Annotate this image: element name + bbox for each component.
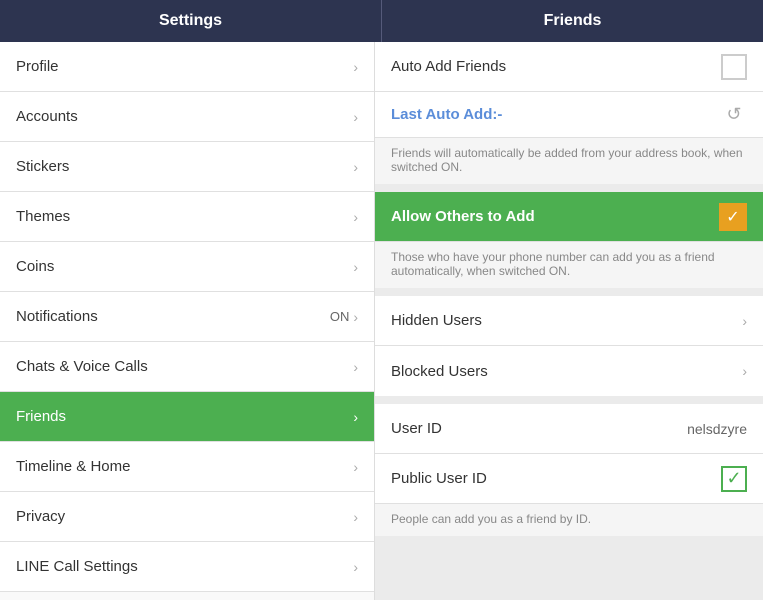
sidebar-item-timeline[interactable]: Timeline & Home ›: [0, 442, 374, 492]
users-section: Hidden Users › Blocked Users ›: [375, 296, 763, 396]
public-user-id-label: Public User ID: [391, 470, 487, 487]
allow-others-checkbox[interactable]: ✓: [719, 203, 747, 231]
last-auto-add-label: Last Auto Add:-: [391, 106, 502, 123]
last-auto-add-item[interactable]: Last Auto Add:- ↺: [375, 92, 763, 138]
auto-add-section: Auto Add Friends Last Auto Add:- ↺ Frien…: [375, 42, 763, 184]
chats-label: Chats & Voice Calls: [16, 358, 148, 375]
allow-others-description: Those who have your phone number can add…: [375, 242, 763, 288]
blocked-users-item[interactable]: Blocked Users ›: [375, 346, 763, 396]
right-panel: Auto Add Friends Last Auto Add:- ↺ Frien…: [375, 42, 763, 600]
auto-add-friends-item[interactable]: Auto Add Friends: [375, 42, 763, 92]
sidebar-item-privacy[interactable]: Privacy ›: [0, 492, 374, 542]
header-settings: Settings: [0, 0, 381, 42]
sidebar-item-friends[interactable]: Friends ›: [0, 392, 374, 442]
privacy-label: Privacy: [16, 508, 65, 525]
chevron-right-icon: ›: [742, 363, 747, 379]
public-user-id-item[interactable]: Public User ID ✓: [375, 454, 763, 504]
friends-label: Friends: [16, 408, 66, 425]
auto-add-checkbox[interactable]: [721, 54, 747, 80]
timeline-label: Timeline & Home: [16, 458, 130, 475]
auto-add-description: Friends will automatically be added from…: [375, 138, 763, 184]
chevron-right-icon: ›: [353, 59, 358, 75]
chevron-right-icon: ›: [353, 259, 358, 275]
chevron-right-icon: ›: [353, 109, 358, 125]
sidebar-item-line-call[interactable]: LINE Call Settings ›: [0, 542, 374, 592]
settings-title: Settings: [159, 12, 222, 30]
sidebar-item-themes[interactable]: Themes ›: [0, 192, 374, 242]
sidebar-item-stickers[interactable]: Stickers ›: [0, 142, 374, 192]
chevron-right-icon: ›: [742, 313, 747, 329]
user-id-item[interactable]: User ID nelsdzyre: [375, 404, 763, 454]
coins-label: Coins: [16, 258, 54, 275]
public-user-id-description: People can add you as a friend by ID.: [375, 504, 763, 536]
chevron-right-icon: ›: [353, 459, 358, 475]
sidebar-item-coins[interactable]: Coins ›: [0, 242, 374, 292]
user-id-label: User ID: [391, 420, 442, 437]
user-id-value: nelsdzyre: [687, 421, 747, 437]
allow-others-label: Allow Others to Add: [391, 208, 535, 225]
friends-title: Friends: [544, 12, 602, 30]
hidden-users-item[interactable]: Hidden Users ›: [375, 296, 763, 346]
notifications-badge: ON: [330, 309, 350, 324]
sidebar-item-accounts[interactable]: Accounts ›: [0, 92, 374, 142]
notifications-right: ON ›: [330, 309, 358, 325]
public-user-id-checkbox[interactable]: ✓: [721, 466, 747, 492]
header-friends: Friends: [382, 0, 763, 42]
chevron-right-icon: ›: [353, 159, 358, 175]
themes-label: Themes: [16, 208, 70, 225]
refresh-icon[interactable]: ↺: [721, 102, 747, 128]
allow-others-item[interactable]: Allow Others to Add ✓: [375, 192, 763, 242]
accounts-label: Accounts: [16, 108, 78, 125]
hidden-users-label: Hidden Users: [391, 312, 482, 329]
user-id-section: User ID nelsdzyre Public User ID ✓ Peopl…: [375, 404, 763, 536]
left-menu: Profile › Accounts › Stickers › Themes ›…: [0, 42, 375, 600]
chevron-right-icon: ›: [353, 359, 358, 375]
chevron-right-icon: ›: [353, 209, 358, 225]
sidebar-item-chats[interactable]: Chats & Voice Calls ›: [0, 342, 374, 392]
chevron-right-icon: ›: [353, 409, 358, 425]
allow-others-section: Allow Others to Add ✓ Those who have you…: [375, 192, 763, 288]
stickers-label: Stickers: [16, 158, 69, 175]
sidebar-item-notifications[interactable]: Notifications ON ›: [0, 292, 374, 342]
profile-label: Profile: [16, 58, 59, 75]
notifications-label: Notifications: [16, 308, 98, 325]
sidebar-item-profile[interactable]: Profile ›: [0, 42, 374, 92]
line-call-label: LINE Call Settings: [16, 558, 138, 575]
chevron-right-icon: ›: [353, 309, 358, 325]
app-header: Settings Friends: [0, 0, 763, 42]
chevron-right-icon: ›: [353, 559, 358, 575]
auto-add-label: Auto Add Friends: [391, 58, 506, 75]
main-content: Profile › Accounts › Stickers › Themes ›…: [0, 42, 763, 600]
chevron-right-icon: ›: [353, 509, 358, 525]
blocked-users-label: Blocked Users: [391, 363, 488, 380]
